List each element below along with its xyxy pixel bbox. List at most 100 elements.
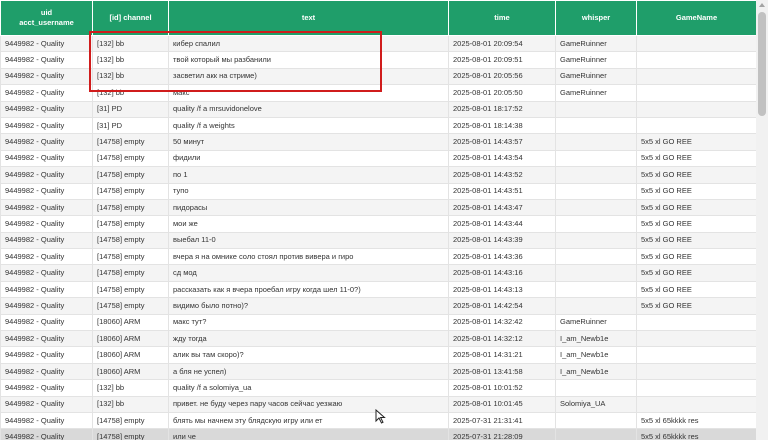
- table-row[interactable]: 9449982 - Quality [132] bb засветил акк на…: [0, 67, 756, 86]
- cell-time: 2025-08-01 20:05:56: [448, 67, 556, 86]
- cell-channel: [14758] empty: [92, 428, 169, 440]
- cell-channel: [14758] empty: [92, 133, 169, 151]
- column-header-gamename[interactable]: GameName: [636, 0, 756, 36]
- header-row: uid acct_username [id] channel text time…: [0, 0, 756, 36]
- cell-text: quality /f a weights: [168, 116, 449, 135]
- cell-text: сд мод: [168, 264, 449, 282]
- cell-channel: [14758] empty: [92, 264, 169, 282]
- column-header-whisper[interactable]: whisper: [555, 0, 637, 36]
- cell-gamename: [636, 100, 756, 118]
- cell-whisper: [555, 133, 637, 151]
- table-row[interactable]: 9449982 - Quality [14758] empty сд мод 2025…: [0, 264, 756, 282]
- cell-time: 2025-08-01 18:17:52: [448, 100, 556, 118]
- cell-channel: [18060] ARM: [92, 313, 169, 332]
- table-row[interactable]: 9449982 - Quality [14758] empty мои же 2025…: [0, 215, 756, 233]
- table-row[interactable]: 9449982 - Quality [31] PD quality /f a wei…: [0, 116, 756, 135]
- cell-gamename: 5x5 xl GO REE: [636, 198, 756, 217]
- table-row[interactable]: 9449982 - Quality [18060] ARM макс тут? 202…: [0, 313, 756, 332]
- cell-time: 2025-08-01 20:09:51: [448, 51, 556, 69]
- cell-text: пидорасы: [168, 198, 449, 217]
- cell-time: 2025-08-01 14:32:12: [448, 330, 556, 348]
- table-row[interactable]: 9449982 - Quality [14758] empty по 1 2025-0…: [0, 166, 756, 184]
- scrollbar-thumb[interactable]: [758, 12, 766, 116]
- cell-channel: [14758] empty: [92, 297, 169, 315]
- cell-uid: 9449982 - Quality: [0, 330, 93, 348]
- table-row[interactable]: 9449982 - Quality [14758] empty фидили 2025…: [0, 149, 756, 168]
- cell-channel: [14758] empty: [92, 231, 169, 250]
- cell-text: твой который мы разбанили: [168, 51, 449, 69]
- cell-text: рассказать как я вчера проебал игру когд…: [168, 280, 449, 299]
- column-header-text[interactable]: text: [168, 0, 449, 36]
- cell-whisper: [555, 379, 637, 397]
- table-row[interactable]: 9449982 - Quality [14758] empty выебал 11-…: [0, 231, 756, 250]
- cell-channel: [132] bb: [92, 395, 169, 413]
- cell-uid: 9449982 - Quality: [0, 166, 93, 184]
- cell-time: 2025-08-01 14:31:21: [448, 346, 556, 364]
- cell-text: кибер спалил: [168, 34, 449, 53]
- cell-time: 2025-07-31 21:28:09: [448, 428, 556, 440]
- cell-gamename: 5x5 xl GO REE: [636, 215, 756, 233]
- cell-whisper: [555, 280, 637, 299]
- cell-gamename: 5x5 xl GO REE: [636, 133, 756, 151]
- column-header-uid[interactable]: uid acct_username: [0, 0, 93, 36]
- cell-gamename: [636, 67, 756, 86]
- table-row[interactable]: 9449982 - Quality [18060] ARM алик вы там …: [0, 346, 756, 364]
- cell-text: видимо было потно)?: [168, 297, 449, 315]
- cell-time: 2025-08-01 14:43:13: [448, 280, 556, 299]
- table-row[interactable]: 9449982 - Quality [132] bb кибер спалил 202…: [0, 34, 756, 53]
- cell-gamename: 5x5 xl 65kkkk res: [636, 428, 756, 440]
- cell-whisper: I_am_Newb1e: [555, 330, 637, 348]
- cell-time: 2025-07-31 21:31:41: [448, 411, 556, 430]
- cell-time: 2025-08-01 14:43:54: [448, 149, 556, 168]
- cell-whisper: [555, 166, 637, 184]
- cell-time: 2025-08-01 14:43:57: [448, 133, 556, 151]
- scroll-up-arrow-icon[interactable]: [756, 0, 768, 10]
- cell-whisper: [555, 248, 637, 266]
- cell-uid: 9449982 - Quality: [0, 133, 93, 151]
- cell-time: 2025-08-01 18:14:38: [448, 116, 556, 135]
- cell-whisper: I_am_Newb1e: [555, 362, 637, 381]
- cell-uid: 9449982 - Quality: [0, 84, 93, 102]
- cell-gamename: 5x5 xl GO REE: [636, 149, 756, 168]
- cell-text: по 1: [168, 166, 449, 184]
- column-header-text-label: text: [301, 13, 316, 22]
- table-row[interactable]: 9449982 - Quality [132] bb макс 2025-08-01 …: [0, 84, 756, 102]
- table-row[interactable]: 9449982 - Quality [14758] empty 50 минут 20…: [0, 133, 756, 151]
- cell-time: 2025-08-01 14:43:44: [448, 215, 556, 233]
- column-header-whisper-label: whisper: [581, 13, 611, 22]
- table-row[interactable]: 9449982 - Quality [14758] empty рассказать…: [0, 280, 756, 299]
- cell-time: 2025-08-01 20:05:50: [448, 84, 556, 102]
- table-row[interactable]: 9449982 - Quality [14758] empty тупо 2025-0…: [0, 182, 756, 200]
- column-header-channel[interactable]: [id] channel: [92, 0, 169, 36]
- cell-text: вчера я на омнике соло стоял против виве…: [168, 248, 449, 266]
- table-row[interactable]: 9449982 - Quality [14758] empty пидорасы 20…: [0, 198, 756, 217]
- table-row[interactable]: 9449982 - Quality [18060] ARM жду тогда 202…: [0, 330, 756, 348]
- chat-log-table: uid acct_username [id] channel text time…: [0, 0, 756, 440]
- table-row[interactable]: 9449982 - Quality [18060] ARM а бля не усп…: [0, 362, 756, 381]
- cell-gamename: [636, 84, 756, 102]
- cell-gamename: 5x5 xl GO REE: [636, 182, 756, 200]
- cell-uid: 9449982 - Quality: [0, 411, 93, 430]
- cell-whisper: I_am_Newb1e: [555, 346, 637, 364]
- cell-text: засветил акк на стриме): [168, 67, 449, 86]
- cell-whisper: [555, 428, 637, 440]
- table-row[interactable]: 9449982 - Quality [132] bb quality /f a so…: [0, 379, 756, 397]
- cell-uid: 9449982 - Quality: [0, 297, 93, 315]
- chat-log-table-container: uid acct_username [id] channel text time…: [0, 0, 756, 440]
- cell-time: 2025-08-01 14:42:54: [448, 297, 556, 315]
- table-row[interactable]: 9449982 - Quality [14758] empty или че 2025…: [0, 428, 756, 440]
- table-row[interactable]: 9449982 - Quality [31] PD quality /f a mrs…: [0, 100, 756, 118]
- cell-uid: 9449982 - Quality: [0, 264, 93, 282]
- cell-gamename: [636, 379, 756, 397]
- table-row[interactable]: 9449982 - Quality [14758] empty вчера я на…: [0, 248, 756, 266]
- cell-channel: [14758] empty: [92, 182, 169, 200]
- cell-time: 2025-08-01 14:43:51: [448, 182, 556, 200]
- table-row[interactable]: 9449982 - Quality [132] bb твой который мы…: [0, 51, 756, 69]
- vertical-scrollbar[interactable]: [756, 0, 768, 440]
- cell-uid: 9449982 - Quality: [0, 231, 93, 250]
- column-header-time[interactable]: time: [448, 0, 556, 36]
- column-header-uid-line1: uid: [40, 8, 53, 17]
- table-row[interactable]: 9449982 - Quality [14758] empty видимо был…: [0, 297, 756, 315]
- cell-text: мои же: [168, 215, 449, 233]
- cell-whisper: GameRuinner: [555, 84, 637, 102]
